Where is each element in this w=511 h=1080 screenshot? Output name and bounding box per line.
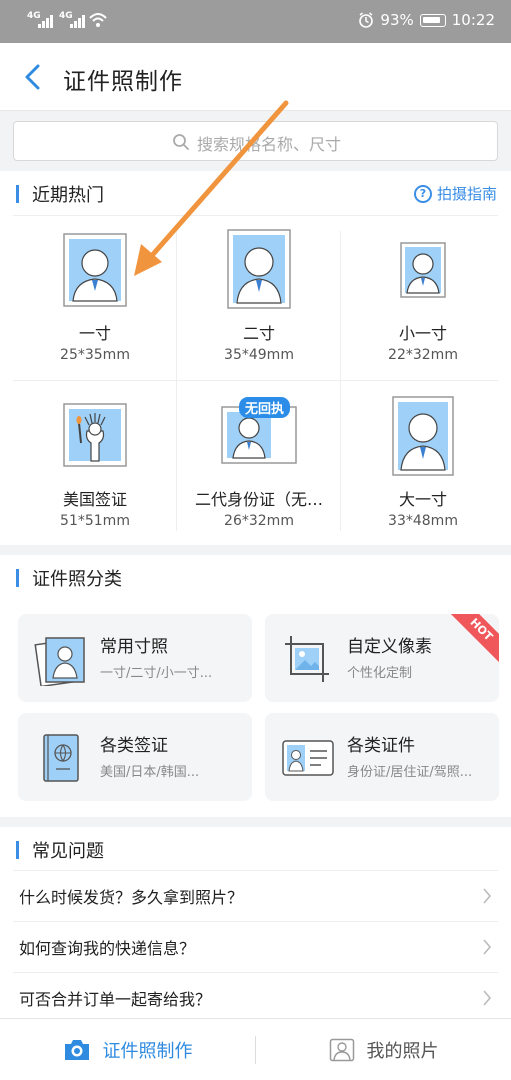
spec-item-2inch[interactable]: 二寸 35*49mm (177, 215, 341, 380)
category-visas[interactable]: 各类签证 美国/日本/韩国... (18, 713, 252, 801)
id-photo-icon (227, 229, 291, 309)
category-certificates[interactable]: 各类证件 身份证/居住证/驾照... (265, 713, 499, 801)
category-name: 常用寸照 (100, 637, 168, 657)
spec-size: 35*49mm (224, 347, 294, 363)
question-icon: ? (413, 184, 432, 203)
photo-guide-link[interactable]: ? 拍摄指南 (413, 183, 497, 204)
person-photo-icon (329, 1038, 354, 1062)
crop-image-icon (285, 636, 329, 682)
category-common-sizes[interactable]: 常用寸照 一寸/二寸/小一寸... (18, 614, 252, 702)
id-photo-icon (392, 396, 454, 476)
spec-item-1inch[interactable]: 一寸 25*35mm (13, 215, 177, 380)
id-photo-icon (63, 233, 127, 307)
spec-name: 二寸 (242, 324, 275, 343)
category-desc: 身份证/居住证/驾照... (347, 765, 473, 780)
passport-icon (43, 734, 79, 782)
signal-icon-1 (38, 12, 54, 28)
clock: 10:22 (451, 11, 495, 29)
chevron-right-icon (483, 939, 492, 955)
faq-item[interactable]: 如何查询我的快递信息？ (13, 921, 498, 971)
back-arrow-icon[interactable] (22, 64, 44, 90)
bottom-tab-bar: 证件照制作 我的照片 (0, 1018, 511, 1080)
category-name: 各类签证 (100, 736, 168, 756)
spec-item-large-1inch[interactable]: 大一寸 33*48mm (341, 381, 505, 546)
alarm-icon (359, 12, 374, 28)
spec-size: 26*32mm (224, 513, 294, 529)
id-card-icon (282, 740, 334, 776)
tab-label: 我的照片 (366, 1041, 439, 1062)
portrait-photo-icon (34, 637, 85, 686)
category-title: 证件照分类 (32, 569, 122, 590)
chevron-right-icon (483, 990, 492, 1006)
recent-hot-section: 近期热门 ? 拍摄指南 一寸 25*35mm 二寸 35*49mm 小一寸 22… (0, 171, 511, 545)
us-visa-photo-icon (63, 403, 127, 467)
tab-id-photo[interactable]: 证件照制作 (0, 1019, 255, 1080)
faq-question: 可否合并订单一起寄给我？ (19, 990, 212, 1009)
hot-badge: HOT (445, 614, 499, 666)
category-section: 证件照分类 常用寸照 一寸/二寸/小一寸... 自定义像素 个性化定制 HOT (0, 555, 511, 817)
section-accent-bar (16, 569, 19, 587)
tab-my-photos[interactable]: 我的照片 (256, 1019, 511, 1080)
wifi-icon (89, 13, 107, 27)
id-photo-icon (400, 242, 446, 298)
search-icon (173, 134, 189, 150)
spec-size: 25*35mm (60, 347, 130, 363)
spec-name: 二代身份证（无… (194, 490, 323, 509)
category-name: 自定义像素 (347, 637, 432, 657)
spec-size: 22*32mm (388, 347, 458, 363)
spec-name: 小一寸 (398, 324, 447, 343)
search-input[interactable]: 搜索规格名称、尺寸 (13, 121, 498, 161)
section-accent-bar (16, 841, 19, 859)
camera-icon (64, 1040, 89, 1060)
spec-item-small-1inch[interactable]: 小一寸 22*32mm (341, 215, 505, 380)
faq-section: 常见问题 什么时候发货？多久拿到照片？ 如何查询我的快递信息？ 可否合并订单一起… (0, 827, 511, 1018)
search-placeholder: 搜索规格名称、尺寸 (197, 135, 342, 154)
chevron-right-icon (483, 888, 492, 904)
tab-label: 证件照制作 (102, 1041, 193, 1062)
spec-item-us-visa[interactable]: 美国签证 51*51mm (13, 381, 177, 546)
nav-bar: 证件照制作 (0, 43, 511, 111)
faq-item[interactable]: 什么时候发货？多久拿到照片？ (13, 870, 498, 920)
battery-percent: 93% (380, 11, 414, 29)
faq-title: 常见问题 (32, 841, 104, 862)
category-desc: 美国/日本/韩国... (100, 765, 200, 780)
category-desc: 一寸/二寸/小一寸... (100, 666, 213, 681)
category-desc: 个性化定制 (347, 666, 413, 681)
spec-size: 51*51mm (60, 513, 130, 529)
signal-icon-2 (70, 12, 86, 28)
faq-question: 如何查询我的快递信息？ (19, 939, 196, 958)
faq-question: 什么时候发货？多久拿到照片？ (19, 888, 244, 907)
search-area: 搜索规格名称、尺寸 (0, 111, 511, 171)
spec-size: 33*48mm (388, 513, 458, 529)
section-accent-bar (16, 185, 19, 203)
no-receipt-badge: 无回执 (239, 397, 291, 418)
spec-name: 美国签证 (62, 490, 127, 509)
spec-name: 大一寸 (398, 490, 447, 509)
status-bar: 4G 4G 93% 10:22 (0, 0, 511, 43)
battery-icon (419, 13, 446, 27)
page-title: 证件照制作 (63, 69, 183, 95)
category-name: 各类证件 (347, 736, 415, 756)
recent-hot-title: 近期热门 (32, 185, 104, 206)
spec-name: 一寸 (78, 324, 111, 343)
spec-item-id-card[interactable]: 无回执 二代身份证（无… 26*32mm (177, 381, 341, 546)
category-custom-pixels[interactable]: 自定义像素 个性化定制 HOT (265, 614, 499, 702)
photo-guide-label: 拍摄指南 (436, 185, 497, 203)
faq-item[interactable]: 可否合并订单一起寄给我？ (13, 972, 498, 1022)
